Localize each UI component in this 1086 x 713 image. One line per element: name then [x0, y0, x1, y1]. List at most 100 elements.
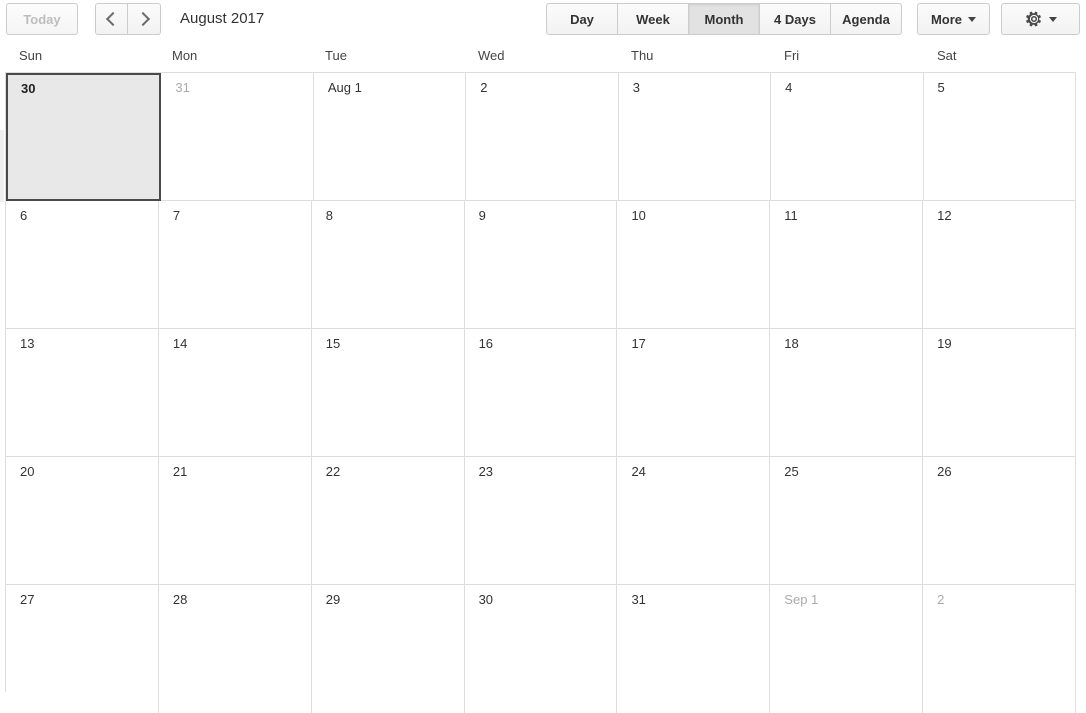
day-number: 13	[20, 336, 35, 351]
day-number: 23	[478, 464, 494, 479]
day-cell[interactable]: 14	[158, 329, 312, 457]
day-cell[interactable]: 10	[617, 201, 771, 329]
day-number: 20	[20, 464, 35, 479]
day-number: 6	[20, 208, 28, 223]
view-button-month[interactable]: Month	[689, 3, 760, 35]
day-number: 31	[631, 592, 646, 607]
week-row: 20 21 22 23 24 25 26	[6, 457, 1077, 585]
more-dropdown-label: More	[930, 11, 963, 27]
calendar-app: Today August 2017 Day Week Month 4 Days	[0, 0, 1086, 713]
day-number: 5	[937, 80, 945, 95]
day-cell[interactable]: 11	[770, 201, 924, 329]
day-number: 22	[325, 464, 341, 479]
day-cell[interactable]: Aug 1	[313, 73, 467, 201]
day-cell[interactable]: 7	[158, 201, 312, 329]
day-cell[interactable]: 2	[466, 73, 619, 201]
day-number: Aug 1	[327, 80, 362, 95]
day-cell[interactable]: 27	[6, 585, 159, 713]
weekday-header-mon: Mon	[172, 48, 198, 63]
day-cell[interactable]: 3	[618, 73, 772, 201]
day-cell[interactable]: 4	[771, 73, 924, 201]
day-cell[interactable]: 6	[6, 201, 159, 329]
week-row: 13 14 15 16 17 18 19	[6, 329, 1077, 457]
view-button-agenda[interactable]: Agenda	[831, 3, 902, 35]
weekday-header-thu: Thu	[631, 48, 654, 63]
day-number: 29	[325, 592, 341, 607]
chevron-left-icon	[105, 11, 121, 27]
weekday-header-wed: Wed	[478, 48, 505, 63]
day-cell[interactable]: 17	[617, 329, 771, 457]
day-cell[interactable]: 13	[6, 329, 159, 457]
next-period-button[interactable]	[128, 3, 161, 35]
day-cell[interactable]: 21	[158, 457, 312, 585]
day-number: 21	[172, 464, 188, 479]
day-number: 31	[175, 80, 190, 95]
view-button-day[interactable]: Day	[546, 3, 618, 35]
day-number: 24	[631, 464, 646, 479]
day-cell[interactable]: 20	[6, 457, 159, 585]
day-number: 30	[21, 81, 36, 96]
day-cell[interactable]: 16	[464, 329, 618, 457]
day-number: 18	[784, 336, 799, 351]
view-button-4-days[interactable]: 4 Days	[760, 3, 831, 35]
today-button-label: Today	[23, 11, 61, 27]
day-number: 25	[784, 464, 799, 479]
settings-dropdown-button[interactable]	[1001, 3, 1080, 35]
day-cell[interactable]: 8	[311, 201, 465, 329]
day-cell[interactable]: 26	[923, 457, 1077, 585]
day-number: Sep 1	[784, 592, 819, 607]
calendar-title: August 2017	[180, 10, 265, 27]
week-row: 30 31 Aug 1 2 3 4 5	[6, 73, 1076, 201]
day-number: 2	[480, 80, 488, 95]
weekday-header-sat: Sat	[937, 48, 957, 63]
day-cell[interactable]: 28	[158, 585, 312, 713]
month-grid: 30 31 Aug 1 2 3 4 5 6 7 8 9 10 11 12 13 14 15 16 17 18 19 20 2…	[5, 73, 1077, 713]
week-row: 6 7 8 9 10 11 12	[6, 201, 1077, 329]
day-cell[interactable]: 23	[464, 457, 618, 585]
today-button[interactable]: Today	[6, 3, 78, 35]
more-dropdown-button[interactable]: More	[917, 3, 990, 35]
period-nav-group	[95, 3, 161, 35]
day-cell[interactable]: 2	[923, 585, 1077, 713]
day-number: 11	[784, 208, 798, 223]
day-number: 14	[172, 336, 188, 351]
view-button-agenda-label: Agenda	[842, 11, 890, 27]
day-number: 7	[172, 208, 181, 223]
calendar-toolbar: Today August 2017 Day Week Month 4 Days	[0, 0, 1086, 38]
day-cell[interactable]: 29	[311, 585, 465, 713]
view-button-week-label: Week	[636, 11, 670, 27]
view-button-week[interactable]: Week	[618, 3, 689, 35]
day-cell[interactable]: 5	[923, 73, 1076, 201]
day-number: 15	[325, 336, 341, 351]
day-cell[interactable]: 9	[464, 201, 618, 329]
day-number: 30	[478, 592, 494, 607]
day-number: 26	[937, 464, 952, 479]
day-cell[interactable]: 19	[923, 329, 1077, 457]
day-number: 19	[937, 336, 952, 351]
day-cell[interactable]: 30	[464, 585, 618, 713]
day-number: 27	[20, 592, 35, 607]
day-number: 8	[325, 208, 333, 223]
day-number: 9	[478, 208, 486, 223]
day-cell[interactable]: 30	[6, 73, 162, 201]
day-number: 16	[478, 336, 494, 351]
weekday-header-row: Sun Mon Tue Wed Thu Fri Sat	[5, 45, 1076, 73]
day-cell[interactable]: 22	[311, 457, 465, 585]
day-number: 4	[785, 80, 793, 95]
view-button-4-days-label: 4 Days	[774, 11, 816, 27]
day-cell[interactable]: 31	[161, 73, 314, 201]
day-cell[interactable]: Sep 1	[770, 585, 924, 713]
day-cell[interactable]: 31	[617, 585, 771, 713]
day-number: 17	[631, 336, 646, 351]
day-number: 2	[937, 592, 945, 607]
weekday-header-fri: Fri	[784, 48, 800, 63]
day-cell[interactable]: 24	[617, 457, 771, 585]
previous-period-button[interactable]	[95, 3, 128, 35]
day-number: 12	[937, 208, 952, 223]
day-cell[interactable]: 15	[311, 329, 465, 457]
day-number: 10	[631, 208, 646, 223]
view-switcher-group: Day Week Month 4 Days Agenda	[546, 3, 902, 35]
day-cell[interactable]: 18	[770, 329, 924, 457]
day-cell[interactable]: 12	[923, 201, 1077, 329]
day-cell[interactable]: 25	[770, 457, 924, 585]
